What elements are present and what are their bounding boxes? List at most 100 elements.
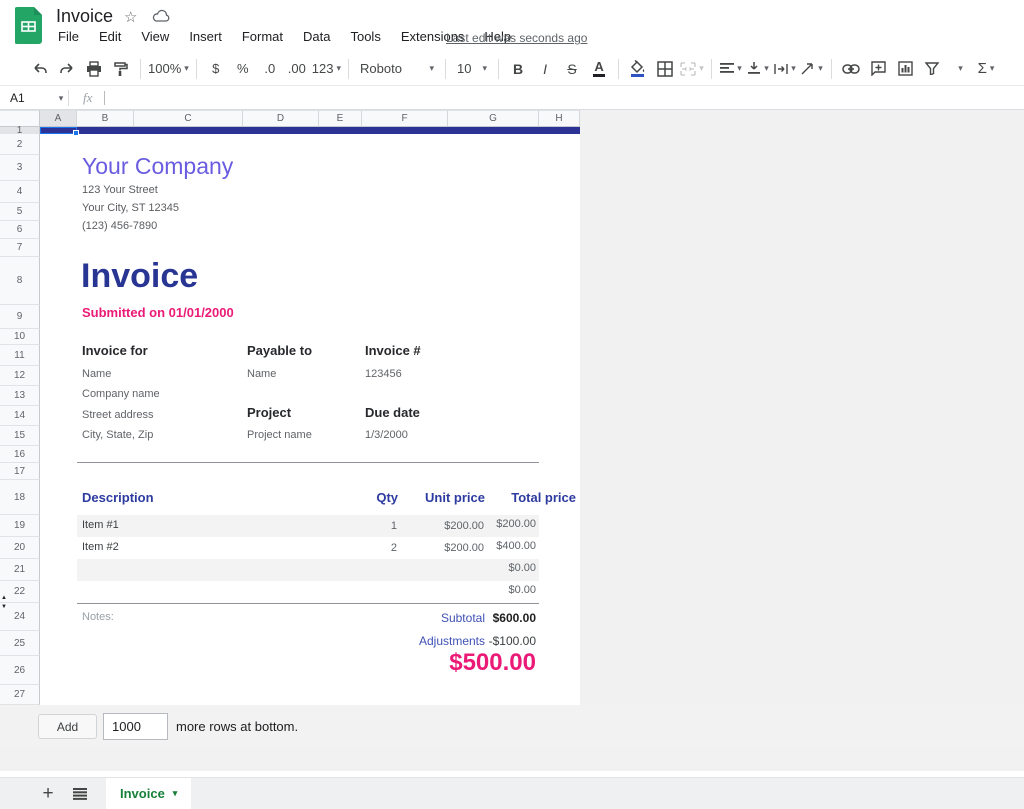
format-currency-button[interactable]: $ — [204, 57, 228, 81]
adjustments-label[interactable]: Adjustments — [419, 634, 485, 648]
print-button[interactable] — [82, 57, 106, 81]
row-header-26[interactable]: 26 — [0, 656, 40, 685]
column-header-d[interactable]: D — [243, 110, 319, 127]
header-fill-row[interactable] — [40, 127, 580, 134]
project-name[interactable]: Project name — [247, 429, 312, 441]
redo-button[interactable] — [55, 57, 79, 81]
increase-decimals-button[interactable]: .00 — [285, 57, 309, 81]
row-header-2[interactable]: 2 — [0, 134, 40, 155]
filter-views-select[interactable]: ▾ — [947, 57, 971, 81]
menu-file[interactable]: File — [58, 29, 79, 44]
invoice-for-label[interactable]: Invoice for — [82, 343, 148, 358]
menu-data[interactable]: Data — [303, 29, 330, 44]
row-header-10[interactable]: 10 — [0, 329, 40, 345]
functions-button[interactable]: Σ▾ — [974, 57, 998, 81]
notes-label[interactable]: Notes: — [82, 611, 114, 623]
sheets-logo-icon[interactable] — [15, 7, 42, 44]
cloud-saved-icon[interactable] — [152, 9, 170, 23]
menu-insert[interactable]: Insert — [189, 29, 222, 44]
item-description[interactable]: Item #1 — [82, 519, 119, 531]
grand-total[interactable]: $500.00 — [449, 649, 536, 677]
vertical-align-button[interactable]: ▾ — [746, 57, 770, 81]
text-wrap-button[interactable]: ▾ — [773, 57, 797, 81]
zoom-select[interactable]: 100%▾ — [148, 57, 189, 81]
company-phone[interactable]: (123) 456-7890 — [82, 220, 157, 232]
text-rotation-button[interactable]: ▾ — [800, 57, 824, 81]
col-total-price[interactable]: Total price — [511, 490, 576, 505]
borders-button[interactable] — [653, 57, 677, 81]
subtotal-label[interactable]: Subtotal — [441, 611, 485, 625]
invoice-number[interactable]: 123456 — [365, 368, 402, 380]
row-header-11[interactable]: 11 — [0, 345, 40, 366]
due-date-label[interactable]: Due date — [365, 405, 420, 420]
create-filter-button[interactable] — [920, 57, 944, 81]
row-header-7[interactable]: 7 — [0, 239, 40, 257]
row-header-4[interactable]: 4 — [0, 181, 40, 203]
row-header-14[interactable]: 14 — [0, 406, 40, 426]
company-name[interactable]: Your Company — [82, 153, 233, 180]
invoice-for-city[interactable]: City, State, Zip — [82, 429, 153, 441]
menu-edit[interactable]: Edit — [99, 29, 121, 44]
rows-count-input[interactable] — [103, 713, 168, 740]
star-icon[interactable]: ☆ — [124, 8, 137, 26]
document-title[interactable]: Invoice — [56, 6, 113, 27]
item-unit-price[interactable]: $200.00 — [444, 542, 484, 554]
row-header-6[interactable]: 6 — [0, 221, 40, 239]
menu-view[interactable]: View — [141, 29, 169, 44]
insert-comment-button[interactable] — [866, 57, 890, 81]
bold-button[interactable]: B — [506, 57, 530, 81]
row-header-24[interactable]: 24▼ — [0, 603, 40, 631]
invoice-for-name[interactable]: Name — [82, 368, 111, 380]
row-header-27[interactable]: 27 — [0, 685, 40, 705]
row-header-15[interactable]: 15 — [0, 426, 40, 446]
col-description[interactable]: Description — [82, 490, 154, 505]
item-total-price[interactable]: $0.00 — [508, 562, 536, 574]
row-header-13[interactable]: 13 — [0, 386, 40, 406]
paint-format-button[interactable] — [109, 57, 133, 81]
row-header-22[interactable]: 22▲ — [0, 581, 40, 603]
project-label[interactable]: Project — [247, 405, 291, 420]
row-header-12[interactable]: 12 — [0, 366, 40, 386]
menu-tools[interactable]: Tools — [350, 29, 380, 44]
row-header-1[interactable]: 1 — [0, 127, 40, 134]
payable-to-label[interactable]: Payable to — [247, 343, 312, 358]
formula-input[interactable] — [104, 91, 105, 105]
submitted-date[interactable]: Submitted on 01/01/2000 — [82, 305, 234, 320]
item-row-3[interactable]: $0.00 — [77, 559, 539, 581]
due-date[interactable]: 1/3/2000 — [365, 429, 408, 441]
horizontal-align-button[interactable]: ▾ — [719, 57, 743, 81]
row-header-8[interactable]: 8 — [0, 257, 40, 305]
menu-format[interactable]: Format — [242, 29, 283, 44]
row-header-17[interactable]: 17 — [0, 463, 40, 480]
row-header-16[interactable]: 16 — [0, 446, 40, 463]
insert-link-button[interactable] — [839, 57, 863, 81]
name-box[interactable]: A1 ▾ — [0, 91, 68, 105]
col-qty[interactable]: Qty — [376, 490, 398, 505]
insert-chart-button[interactable] — [893, 57, 917, 81]
item-total-price[interactable]: $0.00 — [508, 584, 536, 596]
row-header-19[interactable]: 19 — [0, 515, 40, 537]
decrease-decimals-button[interactable]: .0 — [258, 57, 282, 81]
item-total-price[interactable]: $400.00 — [496, 540, 536, 552]
text-color-button[interactable]: A — [587, 57, 611, 81]
row-header-25[interactable]: 25 — [0, 631, 40, 656]
number-format-select[interactable]: 123▾ — [312, 57, 341, 81]
col-unit-price[interactable]: Unit price — [425, 490, 485, 505]
item-row-2[interactable]: Item #2 2 $200.00 $400.00 — [77, 537, 539, 559]
fill-color-button[interactable] — [626, 57, 650, 81]
hidden-rows-indicator-up[interactable]: ▲ — [1, 595, 7, 601]
font-size-select[interactable]: 10▾ — [453, 57, 491, 81]
subtotal-value[interactable]: $600.00 — [493, 611, 536, 625]
payable-to-name[interactable]: Name — [247, 368, 276, 380]
invoice-heading[interactable]: Invoice — [81, 257, 198, 296]
add-sheet-button[interactable]: + — [36, 783, 60, 805]
item-total-price[interactable]: $200.00 — [496, 518, 536, 530]
row-header-5[interactable]: 5 — [0, 203, 40, 221]
item-description[interactable]: Item #2 — [82, 541, 119, 553]
item-row-1[interactable]: Item #11$200.00$200.00 — [77, 515, 539, 537]
item-qty[interactable]: 2 — [391, 542, 397, 554]
font-family-select[interactable]: Roboto▾ — [356, 57, 438, 81]
row-header-18[interactable]: 18 — [0, 480, 40, 515]
strikethrough-button[interactable]: S — [560, 57, 584, 81]
row-header-3[interactable]: 3 — [0, 155, 40, 181]
